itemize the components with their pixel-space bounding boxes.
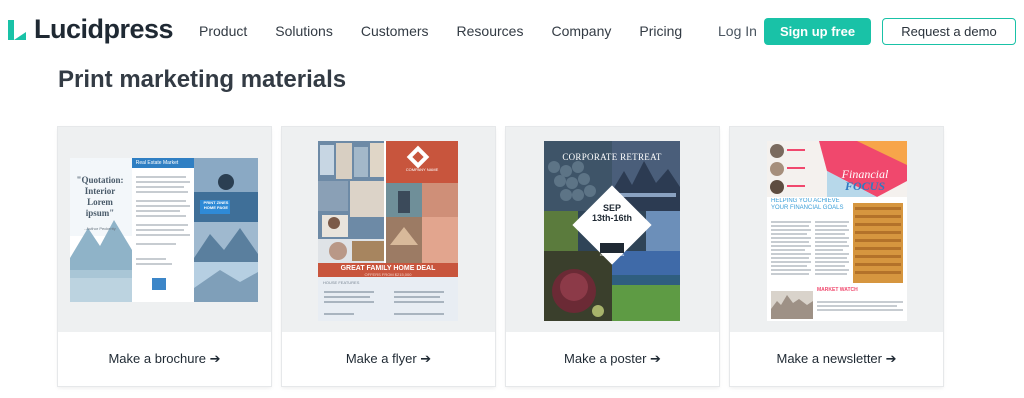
- nav-item-customers[interactable]: Customers: [361, 23, 429, 39]
- card-flyer[interactable]: COMPANY NAME GREAT FAMILY HOME DEAL OFFE…: [282, 127, 495, 386]
- newsletter-heading: HELPING YOU ACHIEVE YOUR FINANCIAL GOALS: [771, 198, 844, 211]
- make-flyer-link[interactable]: Make a flyer ➔: [282, 332, 495, 386]
- poster-preview-image: [544, 141, 680, 321]
- nav-item-solutions[interactable]: Solutions: [275, 23, 333, 39]
- flyer-thumbnail: COMPANY NAME GREAT FAMILY HOME DEAL OFFE…: [282, 127, 495, 332]
- poster-date: SEP 13th-16th: [592, 203, 632, 223]
- card-poster[interactable]: CORPORATE RETREAT SEP 13th-16th COMPANY …: [506, 127, 719, 386]
- newsletter-title-2: FOCUS: [844, 179, 885, 193]
- poster-thumbnail: CORPORATE RETREAT SEP 13th-16th COMPANY …: [506, 127, 719, 332]
- logo-text: Lucidpress: [34, 14, 174, 44]
- nav-links: Product Solutions Customers Resources Co…: [199, 23, 710, 39]
- lucidpress-logo[interactable]: Lucidpress: [8, 14, 174, 45]
- request-demo-button[interactable]: Request a demo: [882, 18, 1016, 45]
- newsletter-thumbnail: Financial FOCUS HELPING YOU ACHIEVE YOUR…: [730, 127, 943, 332]
- make-brochure-link[interactable]: Make a brochure ➔: [58, 332, 271, 386]
- brochure-author: - Author Peckerity: [84, 226, 116, 231]
- logo-icon: [8, 19, 26, 40]
- top-nav: Lucidpress Product Solutions Customers R…: [0, 0, 1024, 62]
- nav-item-product[interactable]: Product: [199, 23, 247, 39]
- newsletter-market: MARKET WATCH: [817, 287, 858, 293]
- signup-button[interactable]: Sign up free: [764, 18, 871, 45]
- poster-title: CORPORATE RETREAT: [562, 152, 662, 162]
- nav-item-pricing[interactable]: Pricing: [639, 23, 682, 39]
- brochure-header: Real Estate Market: [135, 160, 179, 166]
- nav-item-company[interactable]: Company: [551, 23, 611, 39]
- brochure-quote: "Quotation: Interior Lorem ipsum": [76, 175, 124, 218]
- brochure-print-label: PRINT ZINES HOME PAGE: [203, 200, 229, 210]
- flyer-company: COMPANY NAME: [405, 167, 439, 172]
- nav-item-resources[interactable]: Resources: [457, 23, 524, 39]
- flyer-subheadline: OFFERS FROM $215,000: [364, 272, 412, 277]
- poster-company: COMPANY NAME: [599, 253, 625, 257]
- card-newsletter[interactable]: Financial FOCUS HELPING YOU ACHIEVE YOUR…: [730, 127, 943, 386]
- make-newsletter-link[interactable]: Make a newsletter ➔: [730, 332, 943, 386]
- page-title: Print marketing materials: [58, 66, 347, 93]
- flyer-features: HOUSE FEATURES: [323, 280, 360, 285]
- make-poster-link[interactable]: Make a poster ➔: [506, 332, 719, 386]
- brochure-thumbnail: Real Estate Market "Quotation: Interior …: [58, 127, 271, 332]
- login-link[interactable]: Log In: [718, 23, 757, 39]
- card-brochure[interactable]: Real Estate Market "Quotation: Interior …: [58, 127, 271, 386]
